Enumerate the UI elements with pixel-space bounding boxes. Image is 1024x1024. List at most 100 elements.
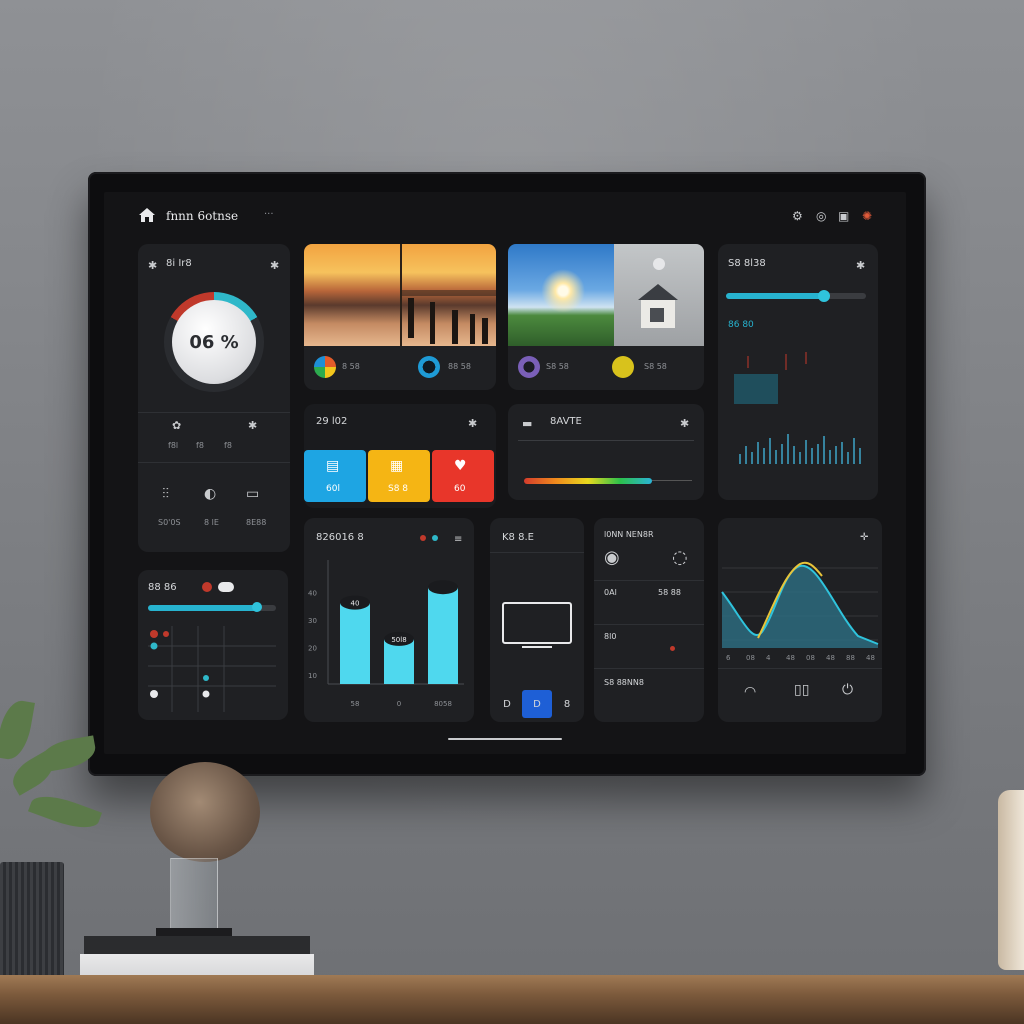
display-icon[interactable]: ▭ (246, 487, 259, 501)
toggle-switch[interactable] (218, 582, 234, 592)
level-fill (148, 605, 257, 611)
list-row-a: 8l0 (604, 632, 617, 641)
tick-label: 40 (308, 590, 317, 598)
sunset-photo[interactable] (304, 244, 496, 346)
speaker-ring-icon[interactable]: ◌ (672, 549, 688, 567)
tv-power-button[interactable]: D (522, 690, 552, 718)
thermostat-title: 8i Ir8 (166, 258, 192, 269)
vinyl-icon[interactable]: ◉ (604, 549, 620, 567)
status-dot (420, 535, 426, 541)
fan-icon: ✿ (172, 419, 182, 432)
scene-tile[interactable]: S8 8 ▦ (368, 450, 430, 502)
home-icon[interactable] (138, 207, 156, 223)
bulb-icon[interactable] (612, 356, 634, 378)
thermostat-card: ✱ 8i Ir8 ✱ 06 % ✿ ✱ f8l f8 f8 ⫶⫶ ◐ ▭ S0'… (138, 244, 290, 552)
control-label: 8E88 (246, 518, 267, 527)
bar[interactable] (340, 602, 370, 684)
photo-label: S8 58 (546, 362, 569, 371)
photo-card-sky[interactable]: S8 58 S8 58 (508, 244, 704, 390)
scene-tile[interactable]: 60l ▤ (304, 450, 366, 502)
options-icon[interactable]: ✱ (856, 260, 865, 272)
divider (652, 480, 692, 481)
curve-x-label: 48 (826, 654, 835, 662)
x-tick-label: 0 (397, 700, 401, 708)
list-card: l0NN NEN8R ◉ ◌ 0Al 58 88 8l0 S8 88NN8 (594, 518, 704, 722)
grid-card-title: 88 86 (148, 582, 177, 593)
settings-icon[interactable]: ⚙ (792, 210, 803, 222)
equalizer-icon[interactable]: ⫶⫶ (162, 487, 169, 501)
list-row-b: 58 88 (658, 588, 681, 597)
photo-label: S8 58 (644, 362, 667, 371)
curve-x-label: 08 (746, 654, 755, 662)
power-icon[interactable]: ⏻ (842, 683, 853, 697)
photo-card-sunset[interactable]: 8 58 88 58 (304, 244, 496, 390)
divider (138, 412, 290, 413)
curve-x-label: 08 (806, 654, 815, 662)
divider (594, 668, 704, 669)
sky-photo[interactable] (508, 244, 614, 346)
bar-top-label: 40 (351, 600, 360, 608)
color-wheel-icon[interactable] (314, 356, 336, 378)
alert-icon[interactable]: ✺ (862, 210, 872, 222)
photo-label: 8 58 (342, 362, 360, 371)
toggle-icon[interactable]: ◐ (204, 487, 216, 501)
scene-card-title: 29 l02 (316, 416, 348, 427)
chart-card-title: 826016 8 (316, 532, 364, 543)
fan-icon: ✱ (148, 259, 158, 272)
thermostat-gauge[interactable]: 06 % (164, 292, 264, 392)
wifi-icon[interactable]: ◠ (744, 685, 756, 699)
tick-label: 20 (308, 645, 317, 653)
record-icon[interactable] (518, 356, 540, 378)
silhouette-figures (400, 244, 496, 346)
tv-stand (522, 646, 552, 650)
glass-vase (170, 858, 218, 932)
floor-grid (148, 626, 276, 712)
bulb-icon: ▤ (326, 458, 340, 474)
row-label: f8 (196, 441, 204, 450)
statue-photo[interactable] (614, 244, 704, 346)
lamp (998, 790, 1024, 970)
tv-menu-button[interactable]: 8 (552, 690, 582, 718)
header-menu-dots[interactable]: ··· (264, 209, 274, 220)
scene-tile[interactable]: 60 ♥ (432, 450, 494, 502)
sun-icon: ▦ (390, 458, 404, 474)
x-tick-label: 58 (351, 700, 360, 708)
bar[interactable] (428, 587, 458, 684)
control-label: 8 lE (204, 518, 219, 527)
menu-icon[interactable]: ≡ (454, 534, 462, 546)
status-dot (432, 535, 438, 541)
audio-card: S8 8l38 ✱ 86 80 (718, 244, 878, 500)
statue-shape (638, 258, 678, 328)
lock-icon[interactable]: ▣ (838, 210, 849, 222)
level-knob[interactable] (251, 602, 262, 612)
options-icon[interactable]: ✱ (680, 418, 689, 430)
gauge-value: 06 % (189, 331, 239, 353)
x-tick-label: 8058 (434, 700, 452, 708)
audio-spectrum (734, 352, 861, 464)
home-indicator[interactable] (448, 738, 562, 740)
add-icon[interactable]: ✛ (860, 532, 868, 544)
alert-dot (202, 582, 212, 592)
area-chart: 6 08 4 48 08 48 88 48 (721, 561, 879, 662)
heart-icon: ♥ (454, 458, 467, 474)
plug-icon[interactable]: ▯▯ (794, 683, 809, 697)
list-row-a: 0Al (604, 588, 617, 597)
options-icon[interactable]: ✱ (270, 260, 279, 272)
tv-input-button[interactable]: D (492, 690, 522, 718)
tv-card-title: K8 8.E (502, 532, 534, 543)
camera-icon[interactable]: ◎ (816, 210, 826, 222)
curve-x-label: 48 (866, 654, 875, 662)
audio-card-title: S8 8l38 (728, 258, 766, 269)
volume-knob[interactable] (818, 290, 830, 302)
tv-icon[interactable] (502, 602, 572, 644)
speaker-icon[interactable] (418, 356, 440, 378)
photo-label: 88 58 (448, 362, 471, 371)
divider (138, 462, 290, 463)
row-label: f8l (168, 441, 179, 450)
volume-fill (726, 293, 824, 299)
book (84, 936, 310, 954)
plant-pot (0, 862, 64, 980)
options-icon[interactable]: ✱ (468, 418, 477, 430)
audio-value: 86 80 (728, 320, 754, 330)
status-dot (670, 646, 675, 651)
